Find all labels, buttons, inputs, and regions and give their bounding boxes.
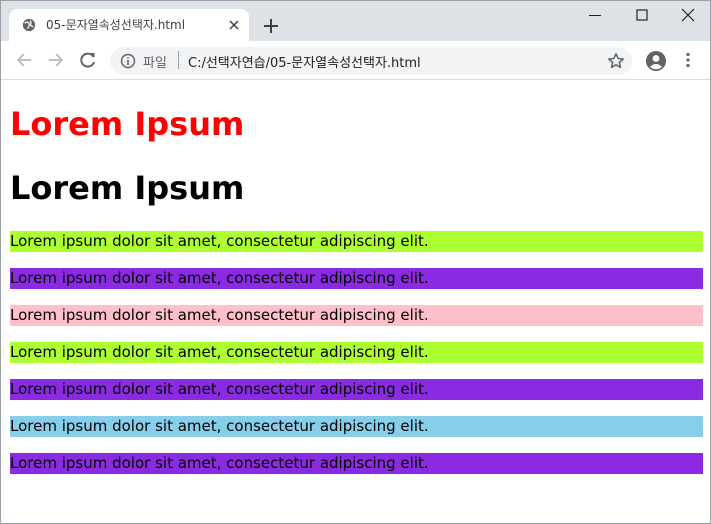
url-text[interactable]: C:/선택자연습/05-문자열속성선택자.html: [188, 52, 421, 71]
paragraph-purple: Lorem ipsum dolor sit amet, consectetur …: [10, 379, 703, 400]
tab-title: 05-문자열속성선택자.html: [46, 18, 186, 32]
plus-icon[interactable]: [263, 18, 279, 34]
profile-icon[interactable]: [645, 50, 667, 72]
paragraph-purple: Lorem ipsum dolor sit amet, consectetur …: [10, 268, 703, 289]
paragraph-green: Lorem ipsum dolor sit amet, consectetur …: [10, 231, 703, 252]
paragraph-purple: Lorem ipsum dolor sit amet, consectetur …: [10, 453, 703, 474]
close-icon[interactable]: [228, 19, 240, 31]
info-icon[interactable]: [120, 53, 136, 69]
back-arrow-icon[interactable]: [15, 51, 33, 69]
paragraph-green: Lorem ipsum dolor sit amet, consectetur …: [10, 342, 703, 363]
reload-icon[interactable]: [79, 51, 97, 69]
maximize-icon[interactable]: [634, 7, 650, 23]
black-heading: Lorem Ipsum: [10, 169, 245, 207]
url-scheme-label: 파일: [143, 56, 167, 71]
red-heading: Lorem Ipsum: [10, 105, 245, 143]
star-icon[interactable]: [607, 52, 625, 70]
url-separator: [178, 51, 179, 69]
address-bar[interactable]: 파일 C:/선택자연습/05-문자열속성선택자.html: [110, 47, 632, 75]
kebab-menu-icon[interactable]: [681, 51, 695, 69]
minimize-icon[interactable]: [587, 7, 603, 23]
browser-toolbar: 파일 C:/선택자연습/05-문자열속성선택자.html: [1, 41, 710, 80]
paragraph-pink: Lorem ipsum dolor sit amet, consectetur …: [10, 305, 703, 326]
active-tab[interactable]: 05-문자열속성선택자.html: [9, 9, 249, 41]
page-content: Lorem Ipsum Lorem Ipsum Lorem ipsum dolo…: [1, 80, 710, 523]
browser-window: 05-문자열속성선택자.html 파일 C:/선택자연습/05-문자열속성선택자…: [0, 0, 711, 524]
close-window-icon[interactable]: [680, 7, 696, 23]
globe-icon: [22, 18, 36, 32]
forward-arrow-icon[interactable]: [47, 51, 65, 69]
paragraph-skyblue: Lorem ipsum dolor sit amet, consectetur …: [10, 416, 703, 437]
tab-strip: 05-문자열속성선택자.html: [1, 1, 710, 41]
